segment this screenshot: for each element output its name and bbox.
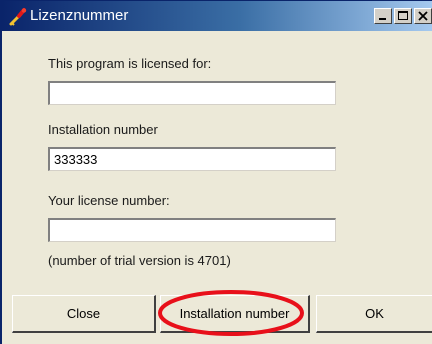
close-icon — [418, 11, 428, 21]
minimize-icon — [379, 18, 386, 20]
licensed-for-input[interactable] — [48, 81, 336, 105]
maximize-button[interactable] — [394, 8, 412, 24]
trial-version-note: (number of trial version is 4701) — [48, 253, 231, 268]
installation-number-label: Installation number — [48, 122, 158, 137]
minimize-button[interactable] — [374, 8, 392, 24]
installation-number-input[interactable] — [48, 147, 336, 171]
maximize-icon — [398, 11, 408, 20]
close-button[interactable]: Close — [12, 295, 156, 333]
ok-button[interactable]: OK — [316, 295, 432, 333]
license-dialog: Lizenznummer This program is licensed fo… — [0, 0, 432, 344]
close-window-button[interactable] — [414, 8, 432, 24]
key-icon — [8, 7, 28, 27]
license-number-label: Your license number: — [48, 193, 170, 208]
window-title: Lizenznummer — [30, 7, 129, 24]
installation-number-button[interactable]: Installation number — [160, 295, 310, 333]
licensed-for-label: This program is licensed for: — [48, 56, 212, 71]
license-number-input[interactable] — [48, 218, 336, 242]
title-bar[interactable]: Lizenznummer — [2, 1, 432, 31]
